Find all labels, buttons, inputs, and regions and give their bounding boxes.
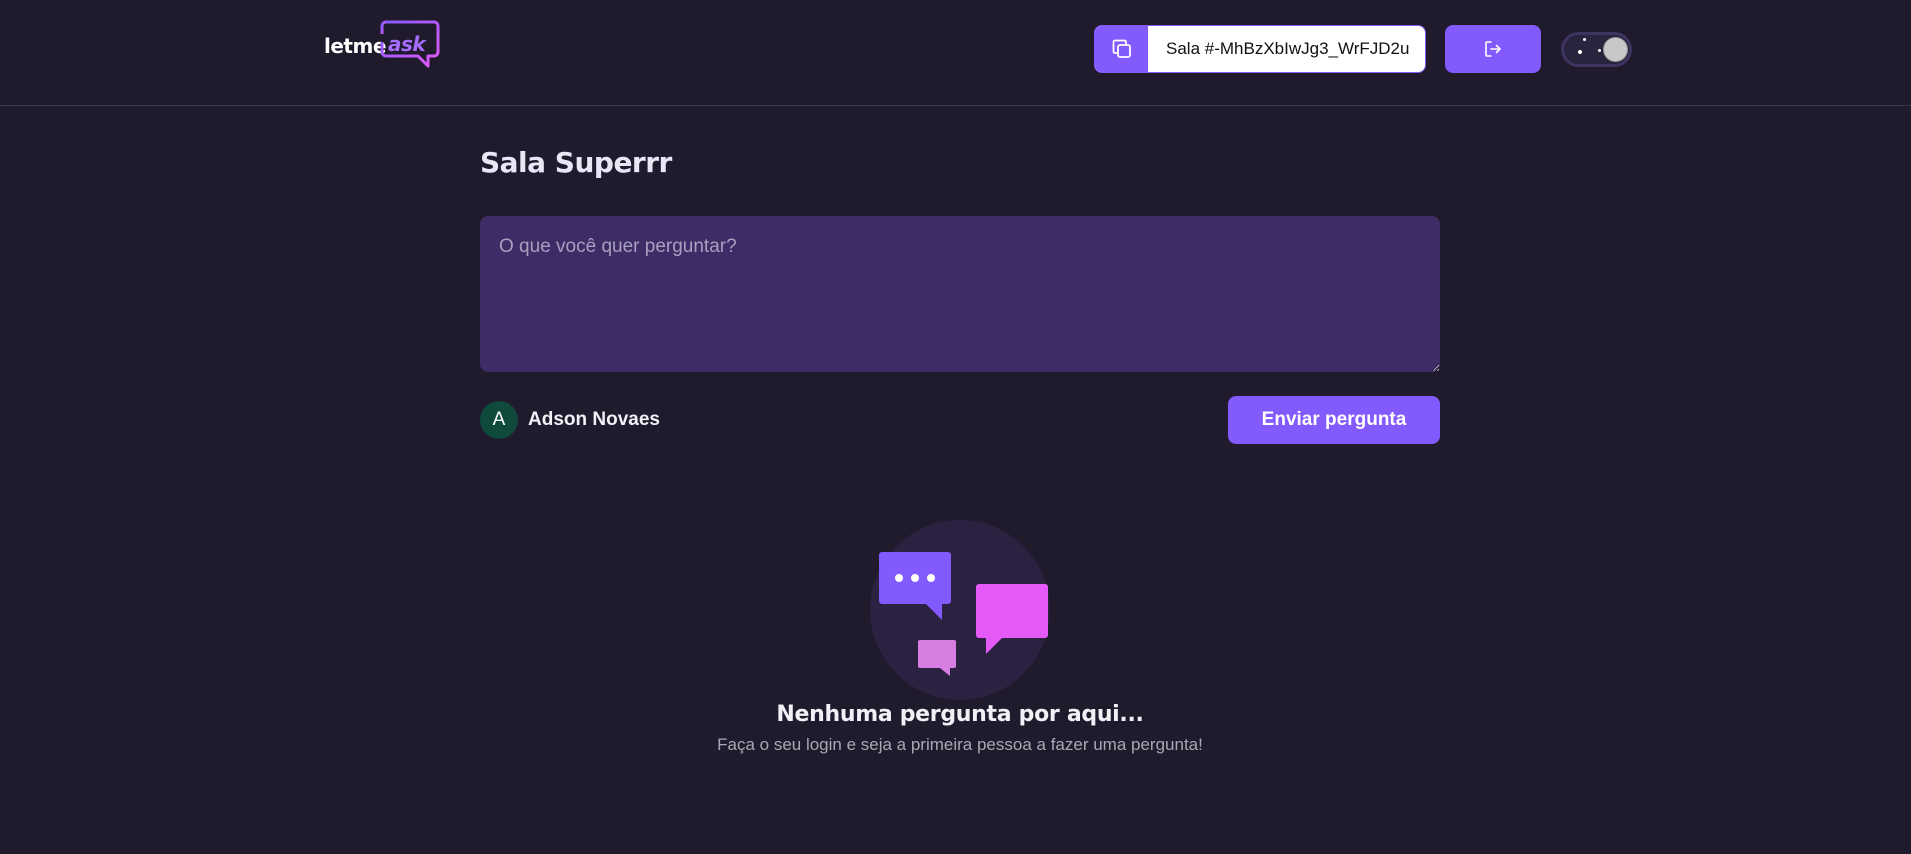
avatar: A — [480, 401, 518, 439]
star-icon — [1578, 50, 1582, 54]
logout-button[interactable] — [1445, 25, 1541, 73]
room-code-copy-button[interactable]: Sala #-MhBzXbIwJg3_WrFJD2u — [1094, 25, 1426, 73]
header: letme ask Sala #-MhBzXbIwJg3_WrFJD2u — [0, 0, 1911, 106]
theme-toggle[interactable] — [1561, 32, 1632, 67]
empty-state-subtitle: Faça o seu login e seja a primeira pesso… — [717, 735, 1203, 754]
question-textarea[interactable] — [480, 216, 1440, 372]
star-icon — [1598, 49, 1601, 52]
star-icon — [1583, 38, 1586, 41]
send-question-button[interactable]: Enviar pergunta — [1228, 396, 1440, 444]
chat-bubbles-illustration — [870, 520, 1050, 700]
logo-text-letme: letme — [324, 34, 386, 58]
empty-state-title: Nenhuma pergunta por aqui... — [776, 702, 1144, 727]
toggle-knob — [1604, 38, 1627, 61]
copy-icon-box — [1095, 26, 1148, 72]
page-title: Sala Superrr — [480, 146, 672, 179]
copy-icon — [1112, 39, 1131, 58]
room-code-text: Sala #-MhBzXbIwJg3_WrFJD2u — [1166, 39, 1410, 58]
user-info: A Adson Novaes — [480, 401, 660, 439]
user-name: Adson Novaes — [528, 409, 660, 430]
logo-text-ask: ask — [388, 32, 426, 56]
letmeask-logo[interactable]: letme ask — [324, 20, 440, 78]
logout-icon — [1485, 41, 1501, 57]
